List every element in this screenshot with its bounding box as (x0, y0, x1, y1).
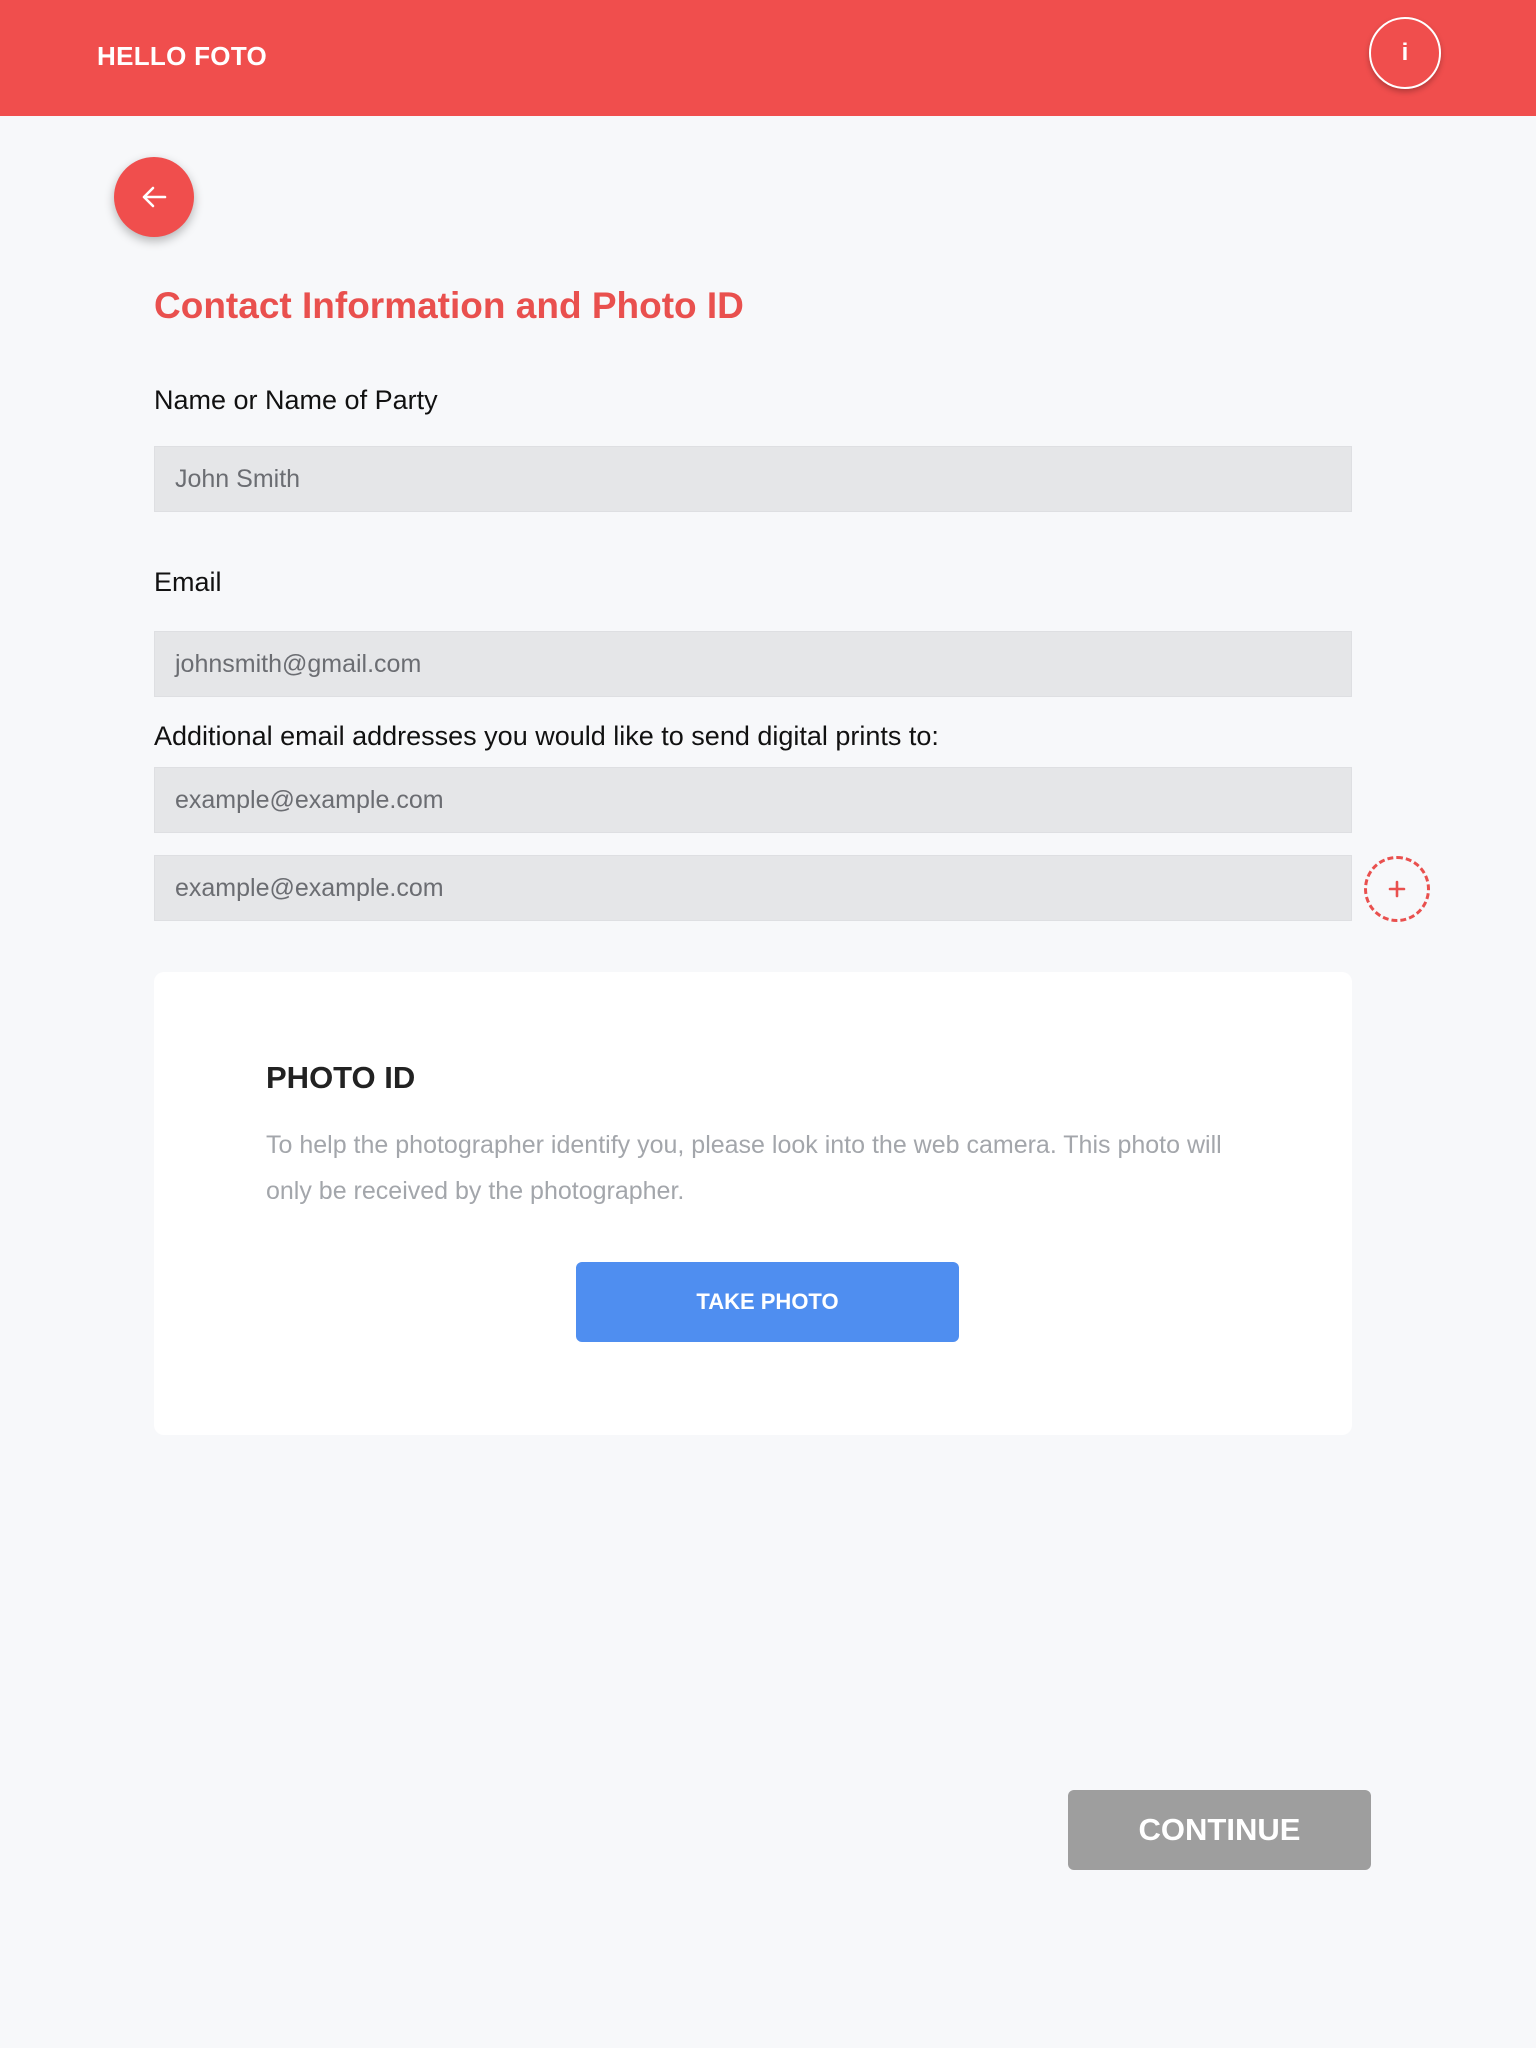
info-button[interactable]: i (1369, 17, 1441, 89)
plus-icon (1388, 880, 1406, 898)
photo-id-description: To help the photographer identify you, p… (266, 1131, 1222, 1205)
additional-email-input-1[interactable]: example@example.com (154, 767, 1352, 833)
arrow-left-icon (142, 186, 167, 208)
name-label: Name or Name of Party (154, 385, 438, 415)
take-photo-button[interactable]: TAKE PHOTO (576, 1262, 959, 1342)
add-email-button[interactable] (1364, 856, 1430, 922)
continue-button[interactable]: CONTINUE (1068, 1790, 1371, 1870)
email-field[interactable]: johnsmith@gmail.com (154, 631, 1352, 697)
back-button[interactable] (114, 157, 194, 237)
info-icon: i (1401, 39, 1409, 66)
photo-id-title: PHOTO ID (266, 1060, 416, 1095)
email-label: Email (154, 567, 222, 597)
name-field[interactable]: John Smith (154, 446, 1352, 512)
app-brand: HELLO FOTO (97, 41, 268, 71)
page-title: Contact Information and Photo ID (154, 285, 744, 326)
photo-id-card: PHOTO ID To help the photographer identi… (154, 972, 1352, 1435)
top-bar: HELLO FOTO i (0, 0, 1536, 116)
additional-emails-label: Additional email addresses you would lik… (154, 721, 939, 751)
additional-email-input-2[interactable]: example@example.com (154, 855, 1352, 921)
